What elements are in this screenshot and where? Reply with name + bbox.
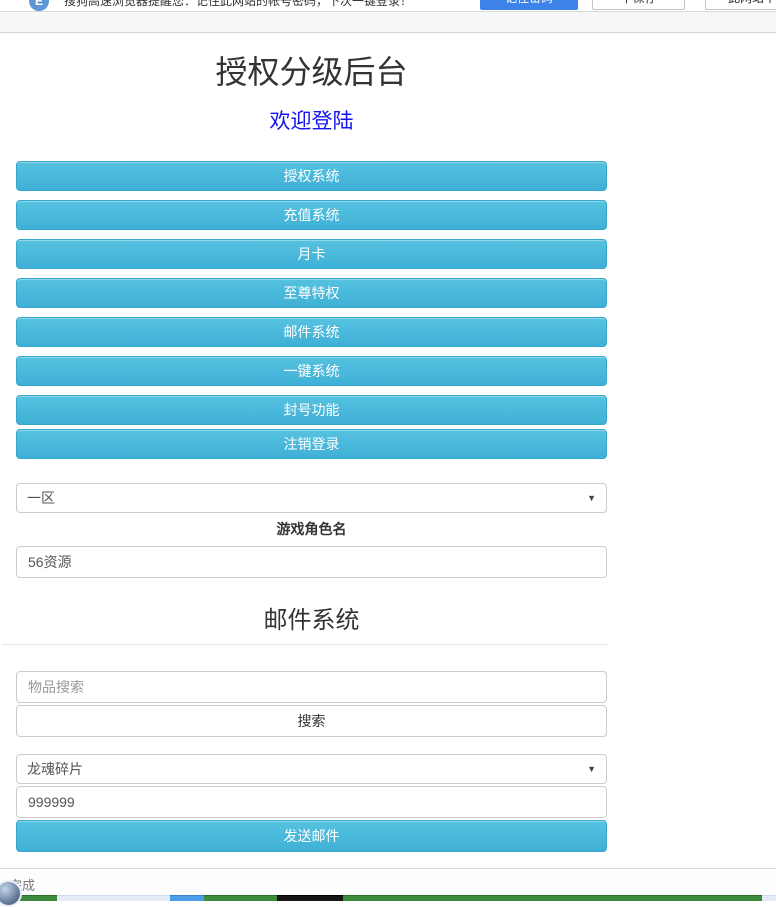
nav-button-ban-function[interactable]: 封号功能 bbox=[16, 395, 607, 425]
taskbar-segment bbox=[277, 895, 343, 901]
nav-button-mail-system[interactable]: 邮件系统 bbox=[16, 317, 607, 347]
page-title: 授权分级后台 bbox=[215, 54, 408, 90]
chevron-down-icon: ▼ bbox=[587, 764, 596, 774]
nav-button-supreme-privilege[interactable]: 至尊特权 bbox=[16, 278, 607, 308]
chevron-down-icon: ▼ bbox=[587, 493, 596, 503]
section-divider bbox=[2, 644, 607, 645]
role-name-label: 游戏角色名 bbox=[276, 521, 347, 537]
remember-password-button[interactable]: 记住密码 bbox=[480, 0, 578, 10]
nav-button-oneclick-system[interactable]: 一键系统 bbox=[16, 356, 607, 386]
start-orb-icon[interactable] bbox=[0, 880, 22, 907]
nav-button-monthly-card[interactable]: 月卡 bbox=[16, 239, 607, 269]
mail-section-title: 邮件系统 bbox=[263, 607, 360, 634]
nav-button-recharge-system[interactable]: 充值系统 bbox=[16, 200, 607, 230]
taskbar-segment bbox=[57, 895, 170, 901]
taskbar-segment bbox=[343, 895, 762, 901]
taskbar-strip[interactable] bbox=[0, 895, 776, 901]
nav-button-logout[interactable]: 注销登录 bbox=[16, 429, 607, 459]
search-button[interactable]: 搜索 bbox=[16, 705, 607, 737]
notification-message: 搜狗高速浏览器提醒您：记住此网站的帐号密码，下次一键登录！ bbox=[64, 0, 413, 8]
zone-select[interactable]: 一区 ▼ bbox=[16, 483, 607, 513]
page-content: 授权分级后台 欢迎登陆 授权系统 充值系统 月卡 至尊特权 邮件系统 一键系统 … bbox=[2, 47, 607, 896]
notification-icon: E bbox=[29, 0, 49, 11]
dont-save-button[interactable]: 不保存 bbox=[592, 0, 685, 10]
send-mail-button[interactable]: 发送邮件 bbox=[16, 820, 607, 852]
browser-chrome-strip bbox=[0, 12, 776, 33]
nav-button-group: 授权系统 充值系统 月卡 至尊特权 邮件系统 一键系统 封号功能 注销登录 bbox=[16, 161, 607, 459]
role-name-input[interactable] bbox=[16, 546, 607, 578]
browser-status-bar: 完成 bbox=[0, 868, 776, 907]
zone-select-value: 一区 bbox=[27, 490, 55, 506]
quantity-input[interactable] bbox=[16, 786, 607, 818]
item-search-input[interactable] bbox=[16, 671, 607, 703]
nav-button-auth-system[interactable]: 授权系统 bbox=[16, 161, 607, 191]
browser-password-bar: E 搜狗高速浏览器提醒您：记住此网站的帐号密码，下次一键登录！ 记住密码 不保存… bbox=[0, 0, 776, 12]
taskbar-segment bbox=[170, 895, 204, 901]
welcome-text: 欢迎登陆 bbox=[269, 110, 354, 133]
taskbar-segment bbox=[204, 895, 277, 901]
item-select-value: 龙魂碎片 bbox=[27, 761, 83, 777]
never-ask-site-button[interactable]: 此网站不再提示 bbox=[705, 0, 776, 10]
item-select[interactable]: 龙魂碎片 ▼ bbox=[16, 754, 607, 784]
taskbar-segment bbox=[762, 895, 776, 901]
